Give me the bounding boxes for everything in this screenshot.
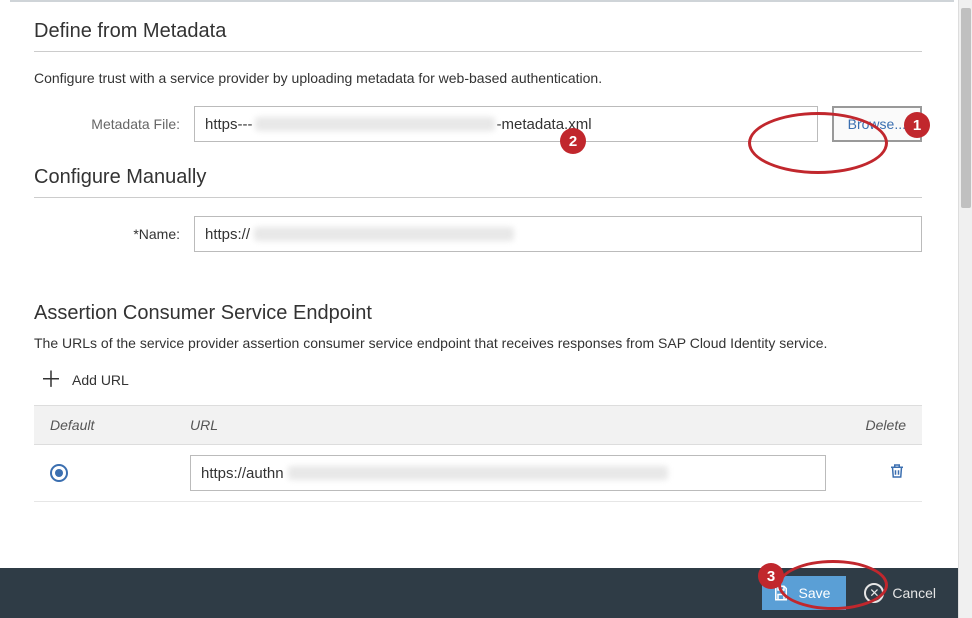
save-button[interactable]: Save	[762, 576, 846, 610]
ace-url-input[interactable]: https://authn	[190, 455, 826, 491]
panel-top-border	[10, 0, 954, 2]
redacted-text	[254, 227, 514, 241]
divider	[34, 197, 922, 198]
col-header-delete: Delete	[826, 417, 906, 433]
default-radio-cell	[50, 464, 190, 482]
redacted-text	[288, 466, 668, 480]
browse-button[interactable]: Browse...	[832, 106, 922, 142]
add-url-label: Add URL	[72, 372, 129, 388]
metadata-description: Configure trust with a service provider …	[34, 70, 922, 86]
scrollbar-track[interactable]	[958, 0, 972, 618]
section-title-ace: Assertion Consumer Service Endpoint	[34, 302, 922, 325]
save-icon	[772, 584, 790, 602]
col-header-default: Default	[50, 417, 190, 433]
save-button-label: Save	[798, 585, 830, 601]
metadata-file-input-wrap: https--- -metadata.xml Browse...	[194, 106, 922, 142]
name-input[interactable]: https://	[194, 216, 922, 252]
divider	[34, 51, 922, 52]
delete-cell	[826, 462, 906, 485]
metadata-file-suffix: -metadata.xml	[497, 116, 592, 133]
close-icon: ✕	[864, 583, 884, 603]
scrollbar-thumb[interactable]	[961, 8, 971, 208]
metadata-file-prefix: https---	[205, 116, 253, 133]
ace-section: Assertion Consumer Service Endpoint The …	[34, 302, 922, 502]
name-label: *Name:	[34, 226, 194, 242]
metadata-file-row: Metadata File: https--- -metadata.xml Br…	[34, 106, 922, 142]
radio-checked-icon	[55, 469, 63, 477]
ace-table-header: Default URL Delete	[34, 405, 922, 445]
redacted-text	[255, 117, 495, 131]
trash-icon[interactable]	[888, 462, 906, 480]
section-title-metadata: Define from Metadata	[34, 20, 922, 43]
name-row: *Name: https://	[34, 216, 922, 252]
col-header-url: URL	[190, 417, 826, 433]
ace-description: The URLs of the service provider asserti…	[34, 335, 922, 351]
plus-icon: ＋	[40, 369, 62, 391]
ace-url-prefix: https://authn	[201, 465, 284, 482]
cancel-button-label: Cancel	[892, 585, 936, 601]
footer-bar: Save ✕ Cancel	[0, 568, 958, 618]
name-value-prefix: https://	[205, 226, 250, 243]
default-radio[interactable]	[50, 464, 68, 482]
add-url-button[interactable]: ＋ Add URL	[34, 369, 922, 391]
cancel-button[interactable]: ✕ Cancel	[864, 583, 936, 603]
metadata-file-input[interactable]: https--- -metadata.xml	[194, 106, 818, 142]
main-content: Define from Metadata Configure trust wit…	[0, 0, 956, 502]
section-title-manual: Configure Manually	[34, 166, 922, 189]
table-row: https://authn	[34, 445, 922, 502]
metadata-file-label: Metadata File:	[34, 116, 194, 132]
